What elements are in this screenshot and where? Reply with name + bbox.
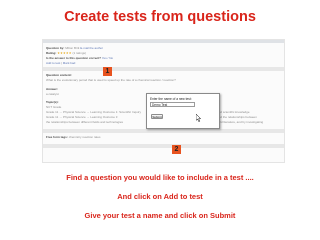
rating-stars[interactable]: ★★★★★ [57,51,71,55]
answer-value: a catalyst [46,92,59,96]
step-marker-1: 1 [103,67,112,76]
answer-label: Answer: [46,87,58,91]
topic-line-1: Grade 11 → Physical Science → Learning O… [46,110,141,114]
page-title: Create tests from questions [64,9,256,25]
answer-correct-choice[interactable]: Yes / No [102,56,113,60]
answer-correct-row: Is the answer to this question correct? … [46,56,113,60]
question-by-value: Milton Britt [65,46,80,50]
question-by-row: Question by: Milton Britt E-mail the aut… [46,46,103,50]
section-divider [43,129,284,133]
email-author-link[interactable]: E-mail the author [80,46,103,50]
instruction-step-1: Find a question you would like to includ… [66,173,254,182]
question-by-label: Question by: [46,46,65,50]
topic-line-2: Grade 11 → Physical Science → Learning O… [46,115,118,119]
free-form-tags-value: chemistry reaction rates [68,135,101,139]
new-test-dialog-label: Enter the name of a new test: [150,97,192,101]
test-name-input[interactable]: Demo Test [150,102,195,107]
question-text: What is the evolutionary period that is … [46,78,176,82]
new-test-dialog: Enter the name of a new test: Demo Test … [146,93,220,129]
instruction-step-2: And click on Add to test [117,192,203,201]
topics-label: Topic(s): [46,100,59,104]
mark-bad-link[interactable]: Mark bad [63,61,76,65]
section-divider [43,67,284,71]
screenshot-top-bar [43,40,284,43]
submit-button[interactable]: Submit [151,114,163,119]
embedded-screenshot: Question by: Milton Britt E-mail the aut… [42,39,285,163]
add-to-test-link[interactable]: Add to test [46,61,60,65]
mouse-cursor-icon [196,114,202,122]
topic-line-2-tail: and the relationships between [217,115,257,119]
free-form-tags-row: Free form tags: chemistry reaction rates [46,135,101,139]
topic-link[interactable]: NCT Grade [46,105,61,109]
rating-label: Rating: [46,51,57,55]
free-form-tags-label: Free form tags: [46,135,68,139]
topic-line-1-tail: and scientific knowledge [217,110,250,114]
section-divider [43,144,284,148]
topic-line-3-tail: field literature, and by investigating [217,120,264,124]
question-content-label: Question content: [46,73,72,77]
topic-line-3: the relationships between different fiel… [46,120,123,124]
instruction-step-3: Give your test a name and click on Submi… [84,211,236,220]
answer-correct-prompt: Is the answer to this question correct? [46,56,102,60]
rating-votes: (1 ratings) [72,51,86,55]
rating-row: Rating: ★★★★★ (1 ratings) [46,51,86,55]
step-marker-2: 2 [172,145,181,154]
question-actions-row: Add to test | Mark bad [46,61,76,65]
